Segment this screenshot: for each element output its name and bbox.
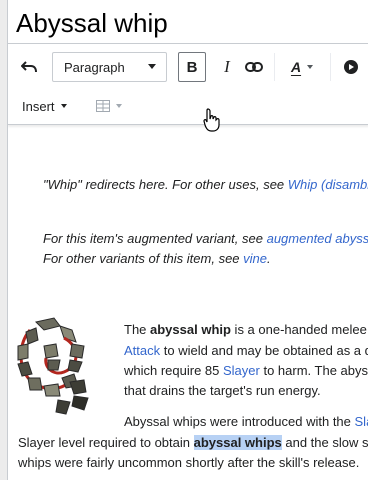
chevron-down-icon — [60, 104, 67, 108]
text-style-button[interactable]: A — [284, 52, 320, 82]
media-button[interactable] — [338, 54, 364, 80]
hatnote-text: "Whip" redirects here. For other uses, s… — [43, 177, 288, 192]
hatnote: "Whip" redirects here. For other uses, s… — [43, 175, 368, 195]
hatnote-text: For this item's augmented variant, see — [43, 231, 267, 246]
title-bar: Abyssal whip — [8, 0, 368, 44]
text-run: to wield and may be obtained as a d — [160, 343, 368, 358]
italic-button[interactable]: I — [214, 52, 240, 82]
undo-button[interactable] — [16, 54, 42, 80]
hatnote-link[interactable]: vine — [243, 251, 267, 266]
article-text-line: Abyssal whips were introduced with the S… — [124, 412, 368, 432]
chevron-down-icon — [116, 104, 122, 108]
toolbar-divider — [330, 53, 331, 81]
text-run: to harm. The abyss — [259, 363, 368, 378]
insert-menu-button[interactable]: Insert — [22, 95, 67, 117]
attack-link[interactable]: Attack — [124, 343, 160, 358]
article-content[interactable]: "Whip" redirects here. For other uses, s… — [8, 125, 368, 480]
bold-button[interactable]: B — [178, 52, 206, 82]
hatnote-text: For other variants of this item, see — [43, 251, 244, 266]
text-run: is a one-handed melee — [230, 322, 367, 337]
article-text-line: that drains the target's run energy. — [124, 383, 321, 398]
play-icon — [344, 60, 358, 74]
link-button[interactable] — [240, 52, 268, 82]
table-icon — [96, 100, 110, 112]
abyssal-whip-image[interactable] — [14, 316, 98, 418]
hatnote: For other variants of this item, see vin… — [43, 249, 271, 269]
text-run: Abyssal whips were introduced with the — [124, 414, 355, 429]
table-button[interactable] — [96, 95, 122, 117]
chevron-down-icon — [148, 64, 156, 69]
text-run: and the slow sp — [281, 435, 368, 450]
article-text-line: The abyssal whip is a one-handed melee — [124, 320, 367, 340]
slayer-link[interactable]: Sla — [355, 414, 368, 429]
toolbar-divider — [274, 53, 275, 81]
page-title[interactable]: Abyssal whip — [16, 8, 168, 38]
article-text-line: Attack to wield and may be obtained as a… — [124, 341, 368, 361]
slayer-link[interactable]: Slayer — [223, 363, 260, 378]
text-run: Slayer level required to obtain — [18, 435, 194, 450]
hatnote-text: . — [267, 251, 271, 266]
text-run: The — [124, 322, 151, 337]
text-run: which require 85 — [124, 363, 223, 378]
selected-text[interactable]: abyssal whips — [193, 435, 282, 450]
paragraph-format-dropdown[interactable]: Paragraph — [52, 52, 167, 82]
insert-label: Insert — [22, 98, 55, 114]
undo-icon — [21, 61, 37, 73]
link-icon — [245, 62, 263, 72]
article-text-line: whips were fairly uncommon shortly after… — [18, 455, 360, 470]
hatnote-link[interactable]: Whip (disambig — [288, 177, 368, 192]
bold-term: abyssal whip — [150, 322, 231, 337]
editor-toolbar: Paragraph B I A Insert — [8, 44, 368, 132]
editor-frame: Abyssal whip Paragraph B I A Insert "Whi… — [7, 0, 368, 480]
hatnote: For this item's augmented variant, see a… — [43, 229, 368, 249]
chevron-down-icon — [307, 65, 314, 69]
hatnote-link[interactable]: augmented abyssa — [267, 231, 368, 246]
text-style-icon: A — [290, 59, 302, 75]
paragraph-format-label: Paragraph — [64, 60, 125, 75]
article-text-line: Slayer level required to obtain abyssal … — [18, 433, 368, 453]
article-text-line: which require 85 Slayer to harm. The aby… — [124, 361, 368, 381]
